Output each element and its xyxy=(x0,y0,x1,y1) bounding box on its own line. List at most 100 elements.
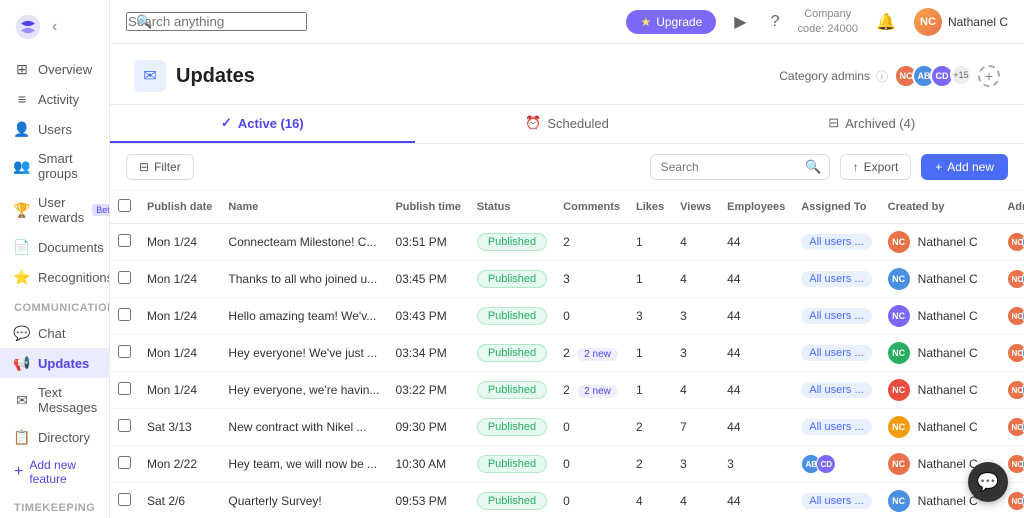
text-messages-icon: ✉ xyxy=(14,392,30,408)
row-date: Sat 2/6 xyxy=(139,483,220,518)
help-circle-icon: ⓘ xyxy=(876,68,888,85)
row-administered-by: NC AB CD +15 xyxy=(999,261,1024,298)
row-status: Published xyxy=(469,224,555,261)
table-row: Mon 1/24 Hey everyone, we're havin... 03… xyxy=(110,372,1024,409)
col-views: Views xyxy=(672,191,719,224)
tabs-row: ✓ Active (16) ⏰ Scheduled ⊟ Archived (4) xyxy=(110,105,1024,144)
row-employees: 44 xyxy=(719,372,793,409)
row-time: 09:30 PM xyxy=(387,409,468,446)
sidebar-collapse-btn[interactable]: ‹ xyxy=(42,12,67,42)
row-likes: 4 xyxy=(628,483,672,518)
toolbar-search-input[interactable] xyxy=(650,154,830,180)
company-info: Company code: 24000 xyxy=(797,7,858,36)
communication-section-header: Communication xyxy=(0,292,109,318)
row-employees: 44 xyxy=(719,224,793,261)
row-checkbox[interactable] xyxy=(118,456,131,469)
row-date: Mon 2/22 xyxy=(139,446,220,483)
row-employees: 3 xyxy=(719,446,793,483)
row-date: Mon 1/24 xyxy=(139,335,220,372)
row-administered-by: NC AB CD +15 xyxy=(999,298,1024,335)
row-time: 03:34 PM xyxy=(387,335,468,372)
sidebar-item-updates[interactable]: 📢 Updates xyxy=(0,348,109,378)
upgrade-button[interactable]: ★ Upgrade xyxy=(626,10,716,34)
tab-scheduled[interactable]: ⏰ Scheduled xyxy=(415,105,720,143)
table-row: Mon 1/24 Hey everyone! We've just ... 03… xyxy=(110,335,1024,372)
row-created-by: NCNathanel C xyxy=(880,224,1000,261)
row-name: Quarterly Survey! xyxy=(220,483,387,518)
row-checkbox[interactable] xyxy=(118,493,131,506)
row-time: 03:22 PM xyxy=(387,372,468,409)
sidebar-item-documents[interactable]: 📄 Documents Beta xyxy=(0,232,109,262)
toolbar-search-icon: 🔍 xyxy=(805,159,821,175)
row-likes: 1 xyxy=(628,335,672,372)
row-time: 10:30 AM xyxy=(387,446,468,483)
user-rewards-icon: 🏆 xyxy=(14,202,30,218)
sidebar-item-chat[interactable]: 💬 Chat xyxy=(0,318,109,348)
chat-icon: 💬 xyxy=(14,325,30,341)
add-new-button[interactable]: + Add new xyxy=(921,154,1008,180)
row-views: 4 xyxy=(672,483,719,518)
sidebar-item-text-messages[interactable]: ✉ Text Messages xyxy=(0,378,109,422)
row-name: New contract with Nikel ... xyxy=(220,409,387,446)
export-button[interactable]: ↑ Export xyxy=(840,154,912,180)
add-communication-feature[interactable]: + Add new feature xyxy=(0,452,109,492)
sidebar-item-overview[interactable]: ⊞ Overview xyxy=(0,54,109,84)
chat-bubble[interactable]: 💬 xyxy=(968,462,1008,502)
scheduled-tab-icon: ⏰ xyxy=(525,115,541,131)
row-employees: 44 xyxy=(719,261,793,298)
notifications-button[interactable]: 🔔 xyxy=(870,8,902,36)
row-created-by: NCNathanel C xyxy=(880,409,1000,446)
row-name: Hey everyone! We've just ... xyxy=(220,335,387,372)
row-name: Hey team, we will now be ... xyxy=(220,446,387,483)
select-all-checkbox[interactable] xyxy=(118,199,131,212)
col-comments: Comments xyxy=(555,191,628,224)
row-employees: 44 xyxy=(719,483,793,518)
sidebar: ‹ ⊞ Overview ≡ Activity 👤 Users 👥 Smart … xyxy=(0,0,110,518)
row-checkbox[interactable] xyxy=(118,308,131,321)
tab-archived[interactable]: ⊟ Archived (4) xyxy=(719,105,1024,143)
toolbar: ⊟ Filter 🔍 ↑ Export + Add new xyxy=(110,144,1024,191)
search-input[interactable] xyxy=(126,12,307,31)
row-likes: 3 xyxy=(628,298,672,335)
sidebar-item-smart-groups[interactable]: 👥 Smart groups xyxy=(0,144,109,188)
row-status: Published xyxy=(469,483,555,518)
help-button[interactable]: ? xyxy=(765,9,786,35)
updates-icon: 📢 xyxy=(14,355,30,371)
sidebar-item-directory[interactable]: 📋 Directory xyxy=(0,422,109,452)
play-button[interactable]: ▶ xyxy=(728,8,752,36)
sidebar-item-users[interactable]: 👤 Users xyxy=(0,114,109,144)
row-assigned: All users ... xyxy=(793,483,879,518)
row-checkbox[interactable] xyxy=(118,345,131,358)
sidebar-item-user-rewards[interactable]: 🏆 User rewards Beta xyxy=(0,188,109,232)
col-administered-by: Administered by xyxy=(999,191,1024,224)
table-row: Mon 2/22 Hey team, we will now be ... 10… xyxy=(110,446,1024,483)
row-likes: 2 xyxy=(628,409,672,446)
sidebar-item-activity[interactable]: ≡ Activity xyxy=(0,84,109,114)
user-avatar-button[interactable]: NC Nathanel C xyxy=(914,8,1008,36)
row-assigned: All users ... xyxy=(793,409,879,446)
search-wrap: 🔍 xyxy=(126,12,307,31)
table-row: Sat 2/6 Quarterly Survey! 09:53 PM Publi… xyxy=(110,483,1024,518)
row-checkbox[interactable] xyxy=(118,271,131,284)
row-administered-by: NC AB CD +15 xyxy=(999,335,1024,372)
row-comments: 0 xyxy=(555,483,628,518)
sidebar-item-recognitions[interactable]: ⭐ Recognitions Beta xyxy=(0,262,109,292)
timekeeping-section-header: Timekeeping xyxy=(0,492,109,518)
tab-active[interactable]: ✓ Active (16) xyxy=(110,105,415,143)
add-admin-button[interactable]: + xyxy=(978,65,1000,87)
row-checkbox[interactable] xyxy=(118,419,131,432)
row-views: 3 xyxy=(672,298,719,335)
topbar: 🔍 ★ Upgrade ▶ ? Company code: 24000 🔔 NC… xyxy=(110,0,1024,44)
row-views: 4 xyxy=(672,224,719,261)
export-icon: ↑ xyxy=(853,160,859,174)
row-date: Sat 3/13 xyxy=(139,409,220,446)
row-views: 3 xyxy=(672,335,719,372)
filter-button[interactable]: ⊟ Filter xyxy=(126,154,194,180)
add-new-icon: + xyxy=(935,160,942,174)
row-assigned: All users ... xyxy=(793,335,879,372)
row-name: Hello amazing team! We'v... xyxy=(220,298,387,335)
row-checkbox[interactable] xyxy=(118,382,131,395)
row-checkbox[interactable] xyxy=(118,234,131,247)
row-assigned: All users ... xyxy=(793,224,879,261)
col-publish-date: Publish date xyxy=(139,191,220,224)
